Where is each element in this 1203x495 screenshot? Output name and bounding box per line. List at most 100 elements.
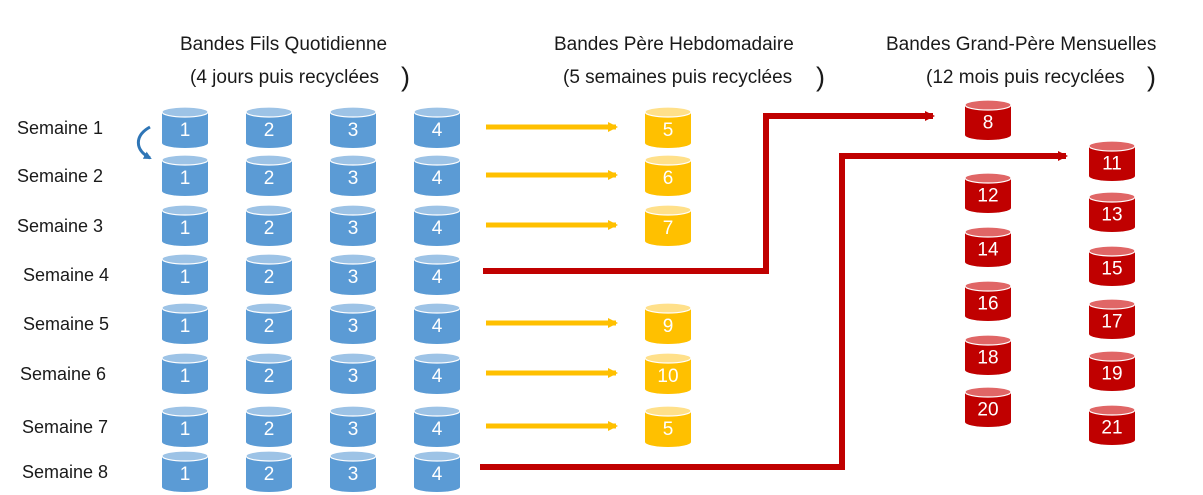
tape-top [161, 253, 209, 265]
tape-top [245, 204, 293, 216]
tape-top [329, 352, 377, 364]
week-row-3: Semaine 3 1 2 3 4 7 [17, 204, 692, 246]
monthly-tape-16: 16 [964, 280, 1012, 321]
tape-number: 3 [348, 419, 359, 440]
tape-number: 1 [180, 366, 191, 387]
tape-number: 11 [1102, 154, 1122, 175]
tape-number: 13 [1101, 205, 1122, 226]
daily-tape-3: 3 [329, 253, 377, 295]
tape-number: 3 [348, 464, 359, 485]
tape-top [644, 204, 692, 216]
tape-top [413, 352, 461, 364]
tape-top [413, 106, 461, 118]
daily-tape-4: 4 [413, 352, 461, 394]
tape-number: 3 [348, 267, 359, 288]
week-row-7: Semaine 7 1 2 3 4 5 [22, 405, 692, 447]
daily-tape-1: 1 [161, 302, 209, 344]
week-row-4: Semaine 4 1 2 3 4 [23, 253, 461, 295]
daily-tape-3: 3 [329, 106, 377, 148]
week-label: Semaine 2 [17, 166, 103, 186]
daily-tape-3: 3 [329, 204, 377, 246]
daily-tape-3: 3 [329, 352, 377, 394]
daily-tape-4: 4 [413, 450, 461, 492]
tape-number: 2 [264, 120, 275, 141]
tape-top [644, 405, 692, 417]
tape-number: 3 [348, 366, 359, 387]
daily-tape-3: 3 [329, 405, 377, 447]
tape-number: 3 [348, 168, 359, 189]
tape-top [644, 352, 692, 364]
tape-number: 16 [977, 294, 998, 315]
daily-tape-3: 3 [329, 450, 377, 492]
week-row-5: Semaine 5 1 2 3 4 9 [23, 302, 692, 344]
monthly-tape-8: 8 [964, 99, 1012, 140]
header-father-close: ) [816, 62, 825, 92]
tape-number: 4 [432, 316, 443, 337]
monthly-tape-14: 14 [964, 226, 1012, 267]
week-label: Semaine 8 [22, 462, 108, 482]
tape-top [1088, 350, 1136, 362]
daily-tape-1: 1 [161, 204, 209, 246]
header-son-close: ) [401, 62, 410, 92]
daily-tape-4: 4 [413, 405, 461, 447]
week-row-8: Semaine 8 1 2 3 4 [22, 450, 461, 492]
tape-top [329, 253, 377, 265]
tape-top [245, 352, 293, 364]
header-son-title: Bandes Fils Quotidienne [180, 34, 387, 55]
weeks-layer: Semaine 1 1 2 3 4 5 Semaine 2 1 2 3 4 6 Semaine 3 1 2 3… [17, 106, 692, 492]
tape-top [161, 405, 209, 417]
tape-number: 4 [432, 366, 443, 387]
header-grandfather-title: Bandes Grand-Père Mensuelles [886, 34, 1156, 55]
monthly-tape-11: 11 [1088, 140, 1136, 181]
tape-number: 2 [264, 218, 275, 239]
week-row-1: Semaine 1 1 2 3 4 5 [17, 106, 692, 148]
tape-number: 12 [977, 186, 998, 207]
header-son-subtitle: (4 jours puis recyclées [190, 67, 379, 88]
daily-tape-1: 1 [161, 154, 209, 196]
daily-tape-2: 2 [245, 405, 293, 447]
daily-tape-1: 1 [161, 450, 209, 492]
tape-top [1088, 404, 1136, 416]
tape-top [245, 450, 293, 462]
tape-top [245, 405, 293, 417]
tape-number: 10 [657, 366, 678, 387]
weekly-tape-6: 6 [644, 154, 692, 196]
tape-number: 5 [663, 419, 674, 440]
tape-number: 15 [1101, 259, 1122, 280]
tape-number: 1 [180, 419, 191, 440]
tape-number: 9 [663, 316, 674, 337]
tape-top [1088, 298, 1136, 310]
monthly-tape-13: 13 [1088, 191, 1136, 232]
tape-top [964, 99, 1012, 111]
header-grandfather: Bandes Grand-Père Mensuelles (12 mois pu… [886, 34, 1156, 92]
tape-number: 3 [348, 218, 359, 239]
daily-tape-4: 4 [413, 253, 461, 295]
weekly-tape-5: 5 [644, 106, 692, 148]
tape-top [964, 226, 1012, 238]
tape-number: 4 [432, 267, 443, 288]
tape-number: 2 [264, 419, 275, 440]
tape-number: 4 [432, 218, 443, 239]
week-label: Semaine 5 [23, 314, 109, 334]
tape-number: 1 [180, 218, 191, 239]
daily-tape-2: 2 [245, 352, 293, 394]
daily-tape-2: 2 [245, 450, 293, 492]
tape-top [245, 253, 293, 265]
week-label: Semaine 3 [17, 216, 103, 236]
tape-number: 21 [1101, 418, 1122, 439]
header-father-subtitle: (5 semaines puis recyclées [563, 67, 792, 88]
monthly-tape-19: 19 [1088, 350, 1136, 391]
rotation-arrow [136, 125, 152, 160]
weekly-tape-10: 10 [644, 352, 692, 394]
tape-top [245, 106, 293, 118]
tape-number: 2 [264, 366, 275, 387]
tape-number: 2 [264, 464, 275, 485]
monthly-tape-12: 12 [964, 172, 1012, 213]
tape-top [1088, 191, 1136, 203]
daily-tape-3: 3 [329, 302, 377, 344]
tape-number: 4 [432, 464, 443, 485]
daily-tape-2: 2 [245, 106, 293, 148]
header-grandfather-close: ) [1147, 62, 1156, 92]
monthly-tape-18: 18 [964, 334, 1012, 375]
daily-tape-3: 3 [329, 154, 377, 196]
